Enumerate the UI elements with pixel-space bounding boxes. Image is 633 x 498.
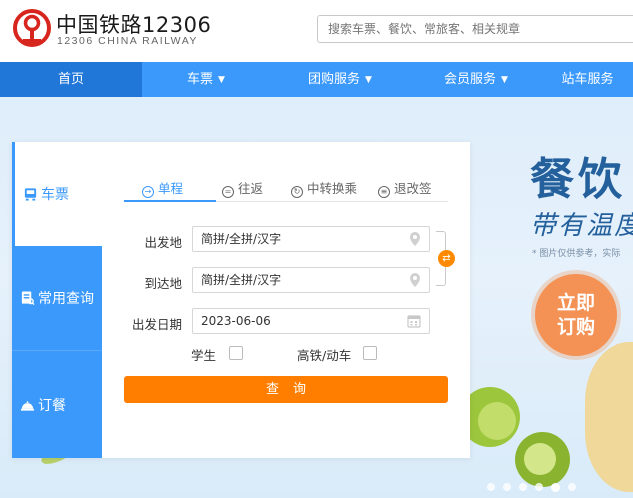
banner-subtitle: 带有温度: [530, 211, 633, 241]
to-station-input[interactable]: 简拼/全拼/汉字: [192, 267, 430, 293]
nav-home[interactable]: 首页: [0, 62, 142, 97]
nav-member[interactable]: 会员服务 ▼: [410, 62, 542, 97]
ticket-booking-panel: 车票 常用查询 订餐 → 单程 = 往返 ↻ 中转换乘 ≡ 退改签 出发地 简拼/全拼/…: [12, 142, 470, 458]
order-now-button[interactable]: 立即 订购: [535, 274, 617, 356]
tab-label: 退改签: [394, 181, 432, 196]
query-button[interactable]: 查询: [124, 376, 448, 403]
tab-refund-change[interactable]: ≡ 退改签: [378, 178, 432, 198]
highspeed-checkbox[interactable]: [363, 346, 377, 360]
active-tab-underline: [124, 200, 216, 202]
from-label: 出发地: [144, 235, 182, 250]
side-tab-label: 常用查询: [38, 291, 94, 307]
site-header: 中国铁路12306 12306 CHINA RAILWAY: [0, 0, 633, 62]
highspeed-label: 高铁/动车: [297, 348, 352, 363]
carousel-dot[interactable]: [568, 483, 576, 491]
list-icon: ≡: [378, 186, 390, 198]
nav-tickets[interactable]: 车票 ▼: [142, 62, 270, 97]
order-now-line1: 立即: [556, 292, 595, 314]
student-label: 学生: [191, 348, 217, 363]
main-nav: 首页 车票 ▼ 团购服务 ▼ 会员服务 ▼ 站车服务: [0, 62, 633, 97]
banner-title: 餐饮: [530, 154, 626, 205]
lime-decoration: [524, 443, 556, 475]
tab-label: 单程: [158, 181, 184, 196]
tab-label: 中转换乘: [307, 181, 358, 196]
dining-bell-icon: [20, 400, 35, 411]
lime-decoration: [478, 402, 516, 440]
site-search-input[interactable]: [317, 15, 633, 43]
carousel-dot[interactable]: [487, 483, 495, 491]
to-label: 到达地: [144, 276, 182, 291]
nav-label: 首页: [57, 72, 84, 87]
china-railway-logo-icon[interactable]: [12, 8, 52, 48]
departure-date-input[interactable]: 2023-06-06: [192, 308, 430, 334]
from-station-value: 简拼/全拼/汉字: [201, 232, 282, 246]
location-pin-icon: [410, 273, 420, 287]
from-station-input[interactable]: 简拼/全拼/汉字: [192, 226, 430, 252]
tab-transfer[interactable]: ↻ 中转换乘: [291, 178, 357, 198]
logo-subtitle: 12306 CHINA RAILWAY: [57, 35, 198, 47]
side-tab-tickets[interactable]: 车票: [12, 142, 102, 246]
query-doc-icon: [21, 291, 35, 306]
chevron-down-icon: ▼: [218, 75, 225, 85]
order-now-line2: 订购: [556, 316, 595, 338]
nav-group-buy[interactable]: 团购服务 ▼: [270, 62, 410, 97]
nav-label: 车票: [187, 72, 214, 87]
chevron-down-icon: ▼: [365, 75, 372, 85]
train-ticket-icon: [24, 188, 37, 201]
location-pin-icon: [410, 232, 420, 246]
carousel-dots: [487, 483, 576, 492]
swap-stations-icon[interactable]: ⇄: [438, 250, 455, 267]
chevron-down-icon: ▼: [501, 75, 508, 85]
carousel-dot-active[interactable]: [551, 483, 560, 492]
to-station-value: 简拼/全拼/汉字: [201, 273, 282, 287]
round-trip-icon: =: [222, 186, 234, 198]
tab-label: 往返: [238, 181, 264, 196]
carousel-dot[interactable]: [535, 483, 543, 491]
nav-label: 会员服务: [444, 72, 497, 87]
trip-type-tabs: → 单程 = 往返 ↻ 中转换乘 ≡ 退改签: [124, 174, 448, 202]
carousel-dot[interactable]: [519, 483, 527, 491]
student-checkbox[interactable]: [229, 346, 243, 360]
transfer-icon: ↻: [291, 186, 303, 198]
side-tab-label: 订餐: [38, 397, 66, 414]
side-tab-label: 车票: [41, 187, 69, 203]
nav-station-service[interactable]: 站车服务: [542, 62, 633, 97]
calendar-icon[interactable]: [407, 314, 421, 328]
carousel-dot[interactable]: [503, 483, 511, 491]
nav-label: 团购服务: [308, 72, 361, 87]
side-tab-dining[interactable]: 订餐: [12, 351, 102, 458]
nav-label: 站车服务: [561, 72, 614, 87]
arrow-right-icon: →: [142, 186, 154, 198]
tab-round-trip[interactable]: = 往返: [222, 178, 263, 198]
departure-date-value: 2023-06-06: [201, 314, 271, 328]
date-label: 出发日期: [131, 317, 182, 332]
side-tab-common-query[interactable]: 常用查询: [12, 246, 102, 350]
tab-one-way[interactable]: → 单程: [142, 178, 183, 198]
food-plate-decoration: [585, 342, 633, 492]
banner-disclaimer: * 图片仅供参考，实际: [532, 249, 621, 259]
